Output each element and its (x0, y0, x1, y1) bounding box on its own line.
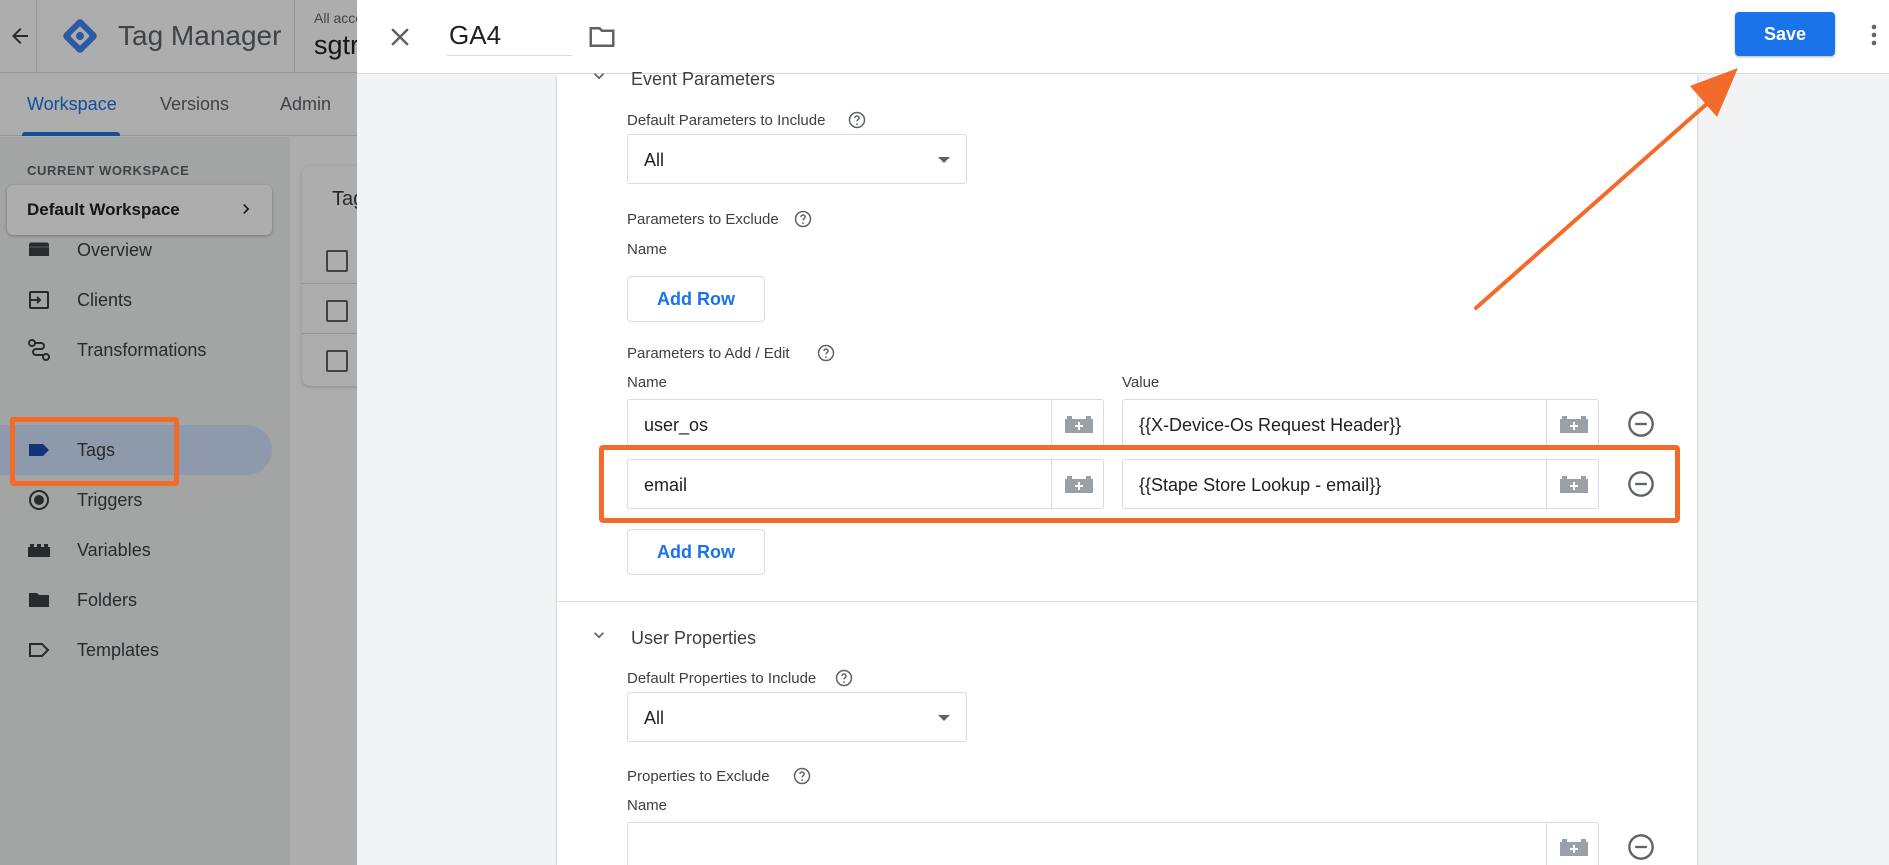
help-icon[interactable] (793, 767, 811, 785)
editor-header: Save (357, 0, 1889, 74)
more-vert-icon[interactable] (1862, 20, 1886, 50)
user-properties-title: User Properties (631, 628, 757, 648)
remove-row-icon[interactable] (1627, 833, 1655, 861)
param-name-value: user_os (644, 415, 709, 435)
chevron-down-icon[interactable] (589, 66, 609, 86)
help-icon[interactable] (848, 111, 866, 129)
default-props-select[interactable]: All (627, 692, 967, 742)
remove-row-icon[interactable] (1627, 410, 1655, 438)
close-icon[interactable] (385, 22, 415, 52)
add-row-button[interactable]: Add Row (627, 276, 765, 322)
exclude-props-name-column: Name (627, 797, 668, 814)
select-value: All (644, 708, 665, 728)
exclude-name-column: Name (627, 241, 668, 258)
default-params-select[interactable]: All (627, 134, 967, 184)
param-name-input[interactable]: user_os (627, 399, 1104, 449)
variable-picker-button[interactable] (1546, 823, 1598, 865)
tag-editor-sheet: Save Event Parameters Default Parameters… (357, 0, 1889, 865)
value-column-header: Value (1122, 374, 1160, 391)
variable-picker-button[interactable] (1051, 400, 1103, 448)
select-value: All (644, 150, 665, 170)
variable-picker-button[interactable] (1546, 400, 1598, 448)
tag-name-input[interactable] (447, 16, 572, 56)
param-value-input[interactable]: {{X-Device-Os Request Header}} (1122, 399, 1599, 449)
caret-down-icon (938, 715, 950, 721)
name-column-header: Name (627, 374, 668, 391)
default-params-label: Default Parameters to Include (627, 112, 826, 129)
variable-picker-icon (1560, 416, 1588, 433)
folder-icon[interactable] (587, 22, 617, 52)
variable-picker-icon (1560, 839, 1588, 856)
email-row-highlight-box (599, 445, 1680, 523)
event-parameters-title: Event Parameters (631, 69, 776, 89)
chevron-down-icon[interactable] (589, 625, 609, 645)
save-button[interactable]: Save (1735, 12, 1835, 56)
default-props-label: Default Properties to Include (627, 670, 817, 687)
tags-highlight-box (10, 417, 179, 486)
variable-picker-icon (1065, 416, 1093, 433)
params-exclude-label: Parameters to Exclude (627, 211, 779, 228)
params-add-edit-label: Parameters to Add / Edit (627, 345, 790, 362)
help-icon[interactable] (817, 344, 835, 362)
exclude-property-input[interactable] (627, 822, 1599, 865)
section-divider (557, 601, 1697, 602)
props-exclude-label: Properties to Exclude (627, 768, 770, 785)
add-row-button[interactable]: Add Row (627, 529, 765, 575)
help-icon[interactable] (794, 210, 812, 228)
help-icon[interactable] (835, 669, 853, 687)
caret-down-icon (938, 157, 950, 163)
param-value-text: {{X-Device-Os Request Header}} (1139, 415, 1402, 435)
